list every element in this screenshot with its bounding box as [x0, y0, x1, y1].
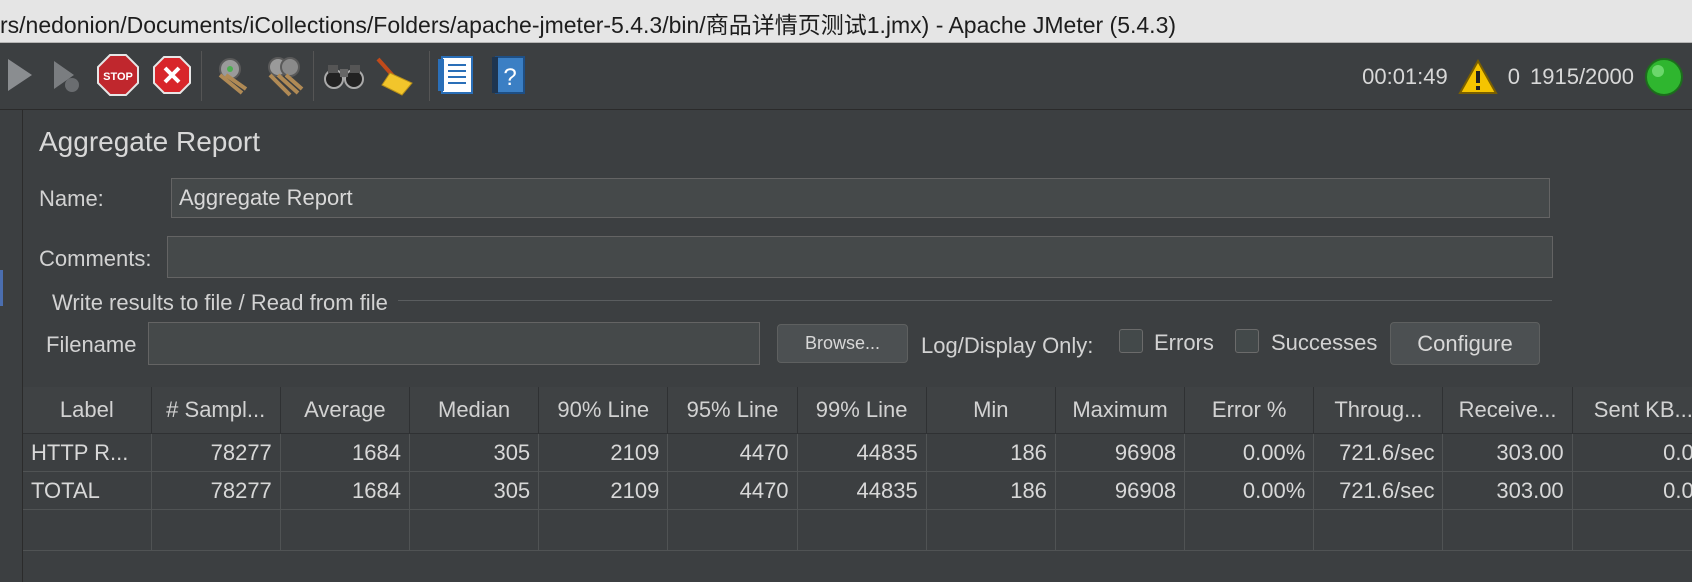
- empty-cell: [1313, 509, 1444, 551]
- column-header[interactable]: Receive...: [1442, 387, 1573, 434]
- start-no-pause-icon[interactable]: [46, 53, 90, 97]
- empty-cell: [151, 509, 281, 551]
- errors-checkbox[interactable]: [1119, 329, 1143, 353]
- log-display-label: Log/Display Only:: [921, 333, 1094, 358]
- svg-text:STOP: STOP: [103, 71, 133, 83]
- filename-input[interactable]: [148, 322, 760, 365]
- empty-cell: [538, 509, 669, 551]
- table-cell: 2109: [538, 433, 669, 472]
- table-cell: 303.00: [1442, 471, 1573, 510]
- table-cell: 0.00%: [1184, 433, 1315, 472]
- name-label: Name:: [39, 186, 104, 211]
- table-cell: 44835: [797, 433, 927, 472]
- table-header-row: Label # Sampl... Average Median 90% Line 95% …: [23, 387, 1692, 434]
- empty-cell: [926, 509, 1056, 551]
- empty-cell: [1572, 509, 1692, 551]
- column-header[interactable]: Maximum: [1055, 387, 1186, 434]
- warning-icon[interactable]: [1458, 58, 1498, 95]
- elapsed-time: 00:01:49: [1362, 64, 1448, 89]
- column-header[interactable]: 99% Line: [797, 387, 927, 434]
- svg-text:?: ?: [503, 64, 516, 91]
- column-header[interactable]: Median: [409, 387, 540, 434]
- search-icon[interactable]: [322, 53, 366, 97]
- filename-label: Filename: [46, 332, 137, 357]
- start-icon[interactable]: [2, 53, 46, 97]
- empty-cell: [1055, 509, 1186, 551]
- help-icon[interactable]: ?: [488, 53, 532, 97]
- table-cell: 186: [926, 433, 1056, 472]
- column-header[interactable]: Min: [926, 387, 1056, 434]
- warning-count: 0: [1507, 64, 1520, 89]
- empty-cell: [1442, 509, 1573, 551]
- successes-checkbox[interactable]: [1235, 329, 1259, 353]
- clear-icon[interactable]: [210, 53, 254, 97]
- table-cell: 305: [409, 433, 540, 472]
- table-cell: 2109: [538, 471, 669, 510]
- column-header[interactable]: Label: [23, 387, 152, 434]
- comments-input[interactable]: [167, 236, 1553, 278]
- comments-label: Comments:: [39, 246, 152, 271]
- table-cell: 4470: [667, 433, 798, 472]
- table-cell: 305: [409, 471, 540, 510]
- run-status: 00:01:49 0 1915/2000: [1362, 57, 1684, 97]
- table-cell: 186: [926, 471, 1056, 510]
- column-header[interactable]: # Sampl...: [151, 387, 281, 434]
- table-cell: 721.6/sec: [1313, 471, 1444, 510]
- table-cell: 78277: [151, 433, 281, 472]
- window-title: rs/nedonion/Documents/iCollections/Folde…: [0, 12, 1177, 38]
- empty-row: [23, 509, 1692, 551]
- table-cell: 4470: [667, 471, 798, 510]
- successes-label: Successes: [1271, 330, 1378, 355]
- table-cell: 303.00: [1442, 433, 1573, 472]
- table-cell: 1684: [280, 471, 410, 510]
- aggregate-table: Label # Sampl... Average Median 90% Line 95% …: [23, 387, 1692, 582]
- clear-all-icon[interactable]: [262, 53, 306, 97]
- aggregate-report-panel: Aggregate Report Name: Comments: Write r…: [23, 110, 1692, 582]
- column-header[interactable]: Average: [280, 387, 410, 434]
- browse-button[interactable]: Browse...: [777, 324, 908, 363]
- table-cell: TOTAL: [23, 471, 152, 510]
- file-group-title: Write results to file / Read from file: [52, 290, 388, 315]
- test-plan-tree-edge[interactable]: [0, 110, 23, 582]
- column-header[interactable]: 95% Line: [667, 387, 798, 434]
- table-row[interactable]: TOTAL 78277 1684 305 2109 4470 44835 186 96908 0.…: [23, 471, 1692, 510]
- empty-cell: [23, 509, 152, 551]
- status-ok-icon: [1644, 57, 1684, 97]
- table-cell: 96908: [1055, 471, 1186, 510]
- empty-cell: [667, 509, 798, 551]
- name-input[interactable]: [171, 178, 1550, 218]
- table-cell: 78277: [151, 471, 281, 510]
- column-header[interactable]: 90% Line: [538, 387, 669, 434]
- thread-count: 1915/2000: [1530, 64, 1634, 89]
- table-cell: HTTP R...: [23, 433, 152, 472]
- table-row[interactable]: HTTP R... 78277 1684 305 2109 4470 44835 186 969…: [23, 433, 1692, 472]
- column-header[interactable]: Throug...: [1313, 387, 1444, 434]
- window-title-bar: rs/nedonion/Documents/iCollections/Folde…: [0, 0, 1692, 43]
- page-title: Aggregate Report: [39, 126, 261, 157]
- reset-search-icon[interactable]: [372, 53, 416, 97]
- stop-icon[interactable]: STOP: [96, 53, 140, 97]
- main-toolbar: STOP ? 00:01:49 0 1915/2000: [0, 43, 1692, 110]
- table-cell: 0.00: [1572, 471, 1692, 510]
- configure-button[interactable]: Configure: [1390, 322, 1540, 365]
- empty-cell: [280, 509, 410, 551]
- table-cell: 0.00: [1572, 433, 1692, 472]
- shutdown-icon[interactable]: [150, 53, 194, 97]
- empty-cell: [797, 509, 927, 551]
- table-cell: 1684: [280, 433, 410, 472]
- table-cell: 721.6/sec: [1313, 433, 1444, 472]
- column-header[interactable]: Sent KB...: [1572, 387, 1692, 434]
- column-header[interactable]: Error %: [1184, 387, 1315, 434]
- empty-cell: [1184, 509, 1315, 551]
- table-cell: 44835: [797, 471, 927, 510]
- table-cell: 0.00%: [1184, 471, 1315, 510]
- function-helper-icon[interactable]: [436, 53, 480, 97]
- empty-cell: [409, 509, 540, 551]
- errors-label: Errors: [1154, 330, 1214, 355]
- table-cell: 96908: [1055, 433, 1186, 472]
